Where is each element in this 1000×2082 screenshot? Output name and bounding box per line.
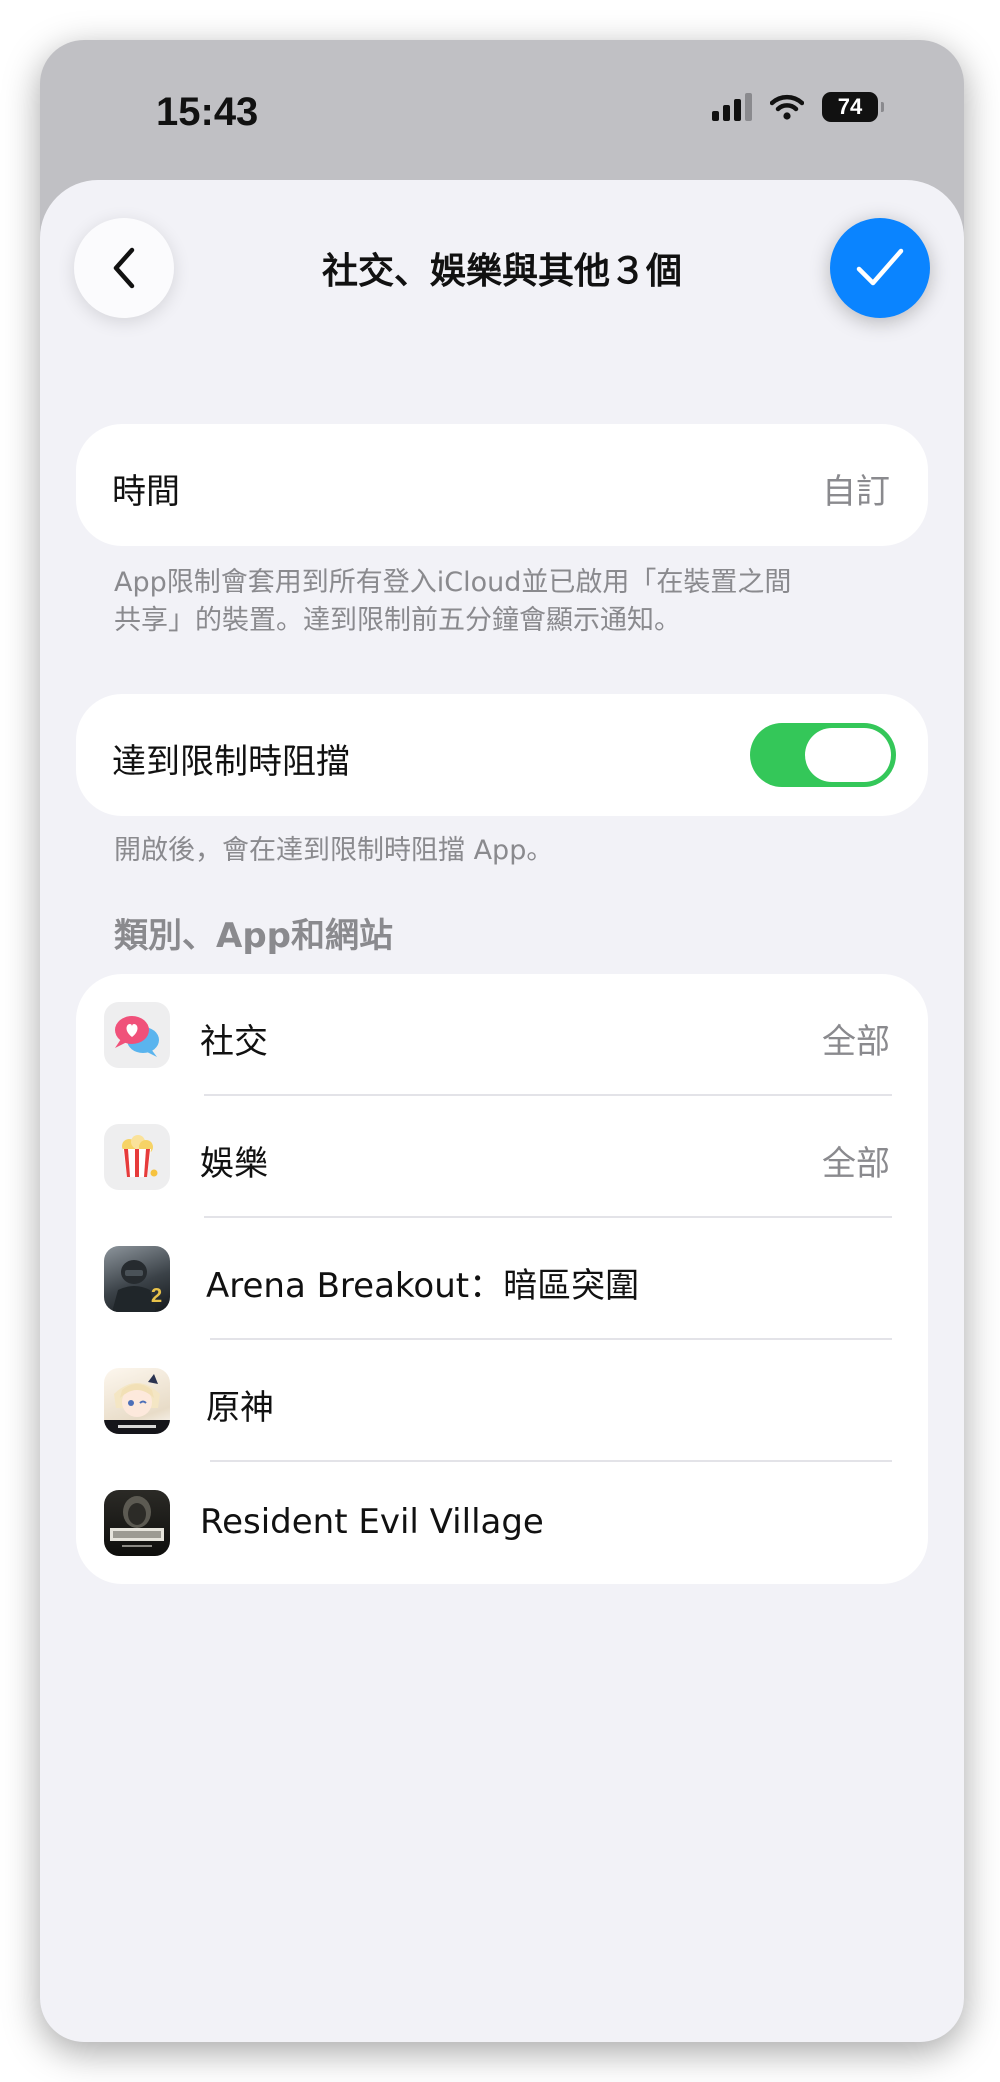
list-item-entertainment[interactable]: 娛樂 全部 — [76, 1096, 928, 1218]
apps-list: 社交 全部 娛樂 全部 2 Arena Breakout：暗區突圍 原神 Res… — [76, 974, 928, 1584]
time-row[interactable]: 時間 自訂 — [76, 424, 928, 546]
list-item-label: 社交 — [200, 1022, 268, 1062]
status-time: 15:43 — [156, 90, 259, 134]
list-item-label: 娛樂 — [200, 1144, 268, 1184]
list-item-resident-evil-village[interactable]: Resident Evil Village — [76, 1462, 928, 1584]
time-label: 時間 — [112, 472, 180, 512]
done-button[interactable] — [830, 218, 930, 318]
status-bar: 15:43 74 — [40, 40, 964, 180]
list-item-label: Arena Breakout：暗區突圍 — [206, 1266, 640, 1306]
cellular-signal-icon — [712, 93, 752, 121]
section-header: 類別、App和網站 — [114, 916, 393, 956]
list-item-label: Resident Evil Village — [200, 1502, 544, 1542]
genshin-app-icon — [104, 1368, 170, 1434]
wifi-icon — [770, 94, 804, 120]
battery-indicator: 74 — [822, 92, 884, 122]
block-footnote: 開啟後，會在達到限制時阻擋 App。 — [114, 835, 554, 866]
list-item-label: 原神 — [206, 1388, 274, 1428]
status-icons: 74 — [712, 92, 884, 122]
time-footnote: App限制會套用到所有登入iCloud並已啟用「在裝置之間 共享」的裝置。達到限… — [114, 564, 914, 640]
list-item-value: 全部 — [822, 1022, 890, 1062]
block-at-limit-label: 達到限制時阻擋 — [112, 742, 350, 782]
popcorn-icon — [104, 1124, 170, 1190]
block-at-limit-row: 達到限制時阻擋 — [76, 694, 928, 816]
time-footnote-line-2: 共享」的裝置。達到限制前五分鐘會顯示通知。 — [114, 605, 681, 636]
phone-screen: 15:43 74 社交、娛樂與其他３個 時間 自訂 App限制會套用到所有登入i… — [40, 40, 964, 2042]
toggle-knob — [805, 728, 891, 782]
page-title: 社交、娛樂與其他３個 — [321, 251, 682, 292]
time-footnote-line-1: App限制會套用到所有登入iCloud並已啟用「在裝置之間 — [114, 567, 792, 598]
list-item-arena-breakout[interactable]: 2 Arena Breakout：暗區突圍 — [76, 1218, 928, 1340]
arena-breakout-app-icon: 2 — [104, 1246, 170, 1312]
checkmark-icon — [856, 248, 904, 286]
resident-evil-village-app-icon — [104, 1490, 170, 1556]
list-item-social[interactable]: 社交 全部 — [76, 974, 928, 1096]
time-value: 自訂 — [822, 472, 890, 512]
list-item-genshin[interactable]: 原神 — [76, 1340, 928, 1462]
block-at-limit-toggle[interactable] — [750, 723, 896, 787]
list-item-value: 全部 — [822, 1144, 890, 1184]
app-limit-sheet: 社交、娛樂與其他３個 時間 自訂 App限制會套用到所有登入iCloud並已啟用… — [40, 180, 964, 2042]
social-chat-icon — [104, 1002, 170, 1068]
svg-text:2: 2 — [151, 1285, 162, 1307]
